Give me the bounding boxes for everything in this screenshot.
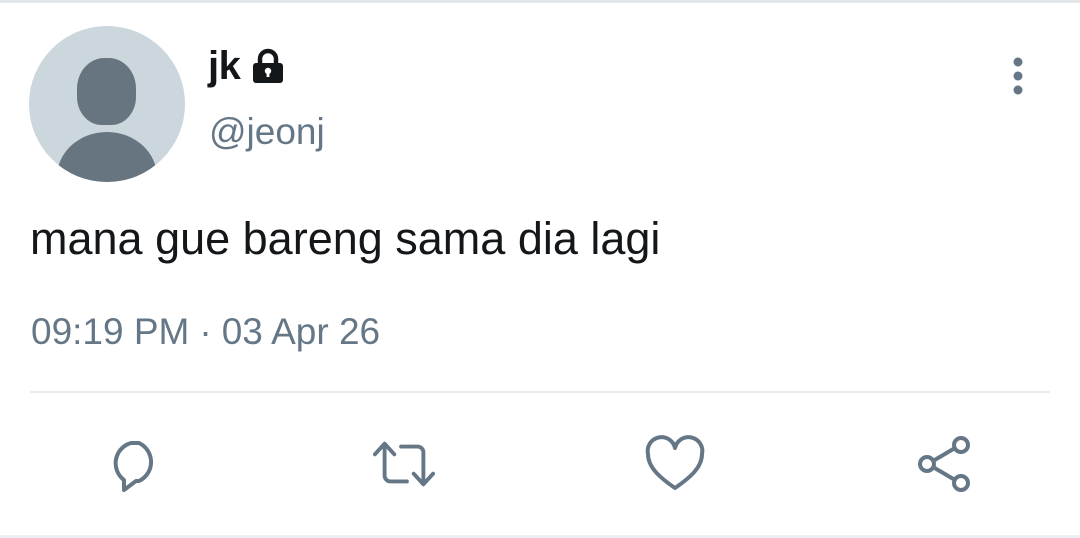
- reply-icon: [113, 441, 153, 492]
- author-name-row[interactable]: jk: [208, 40, 288, 92]
- tweet-timestamp[interactable]: 09:19 PM · 03 Apr 26: [31, 310, 380, 354]
- share-button[interactable]: [912, 432, 976, 496]
- retweet-button[interactable]: [372, 432, 436, 496]
- like-button[interactable]: [643, 432, 707, 496]
- share-icon: [918, 436, 970, 492]
- meta-separator: ·: [199, 311, 212, 352]
- tweet-text: mana gue bareng sama dia lagi: [30, 213, 661, 264]
- action-divider: [30, 391, 1050, 393]
- lock-icon: [248, 46, 288, 86]
- avatar-body-shape: [57, 132, 157, 182]
- avatar[interactable]: [29, 26, 185, 182]
- tweet-date: 03 Apr 26: [221, 311, 381, 352]
- avatar-head-shape: [77, 58, 136, 125]
- user-handle[interactable]: @jeonj: [209, 110, 325, 154]
- reply-button[interactable]: [103, 432, 167, 496]
- tweet-detail: jk @jeonj mana gue bareng sama dia lagi …: [0, 0, 1080, 538]
- tweet-time: 09:19 PM: [31, 311, 190, 352]
- more-options-button[interactable]: [996, 52, 1040, 100]
- top-divider: [0, 0, 1080, 3]
- retweet-icon: [372, 441, 436, 487]
- display-name[interactable]: jk: [208, 46, 241, 86]
- more-vertical-icon: [1013, 57, 1023, 95]
- heart-icon: [645, 435, 705, 490]
